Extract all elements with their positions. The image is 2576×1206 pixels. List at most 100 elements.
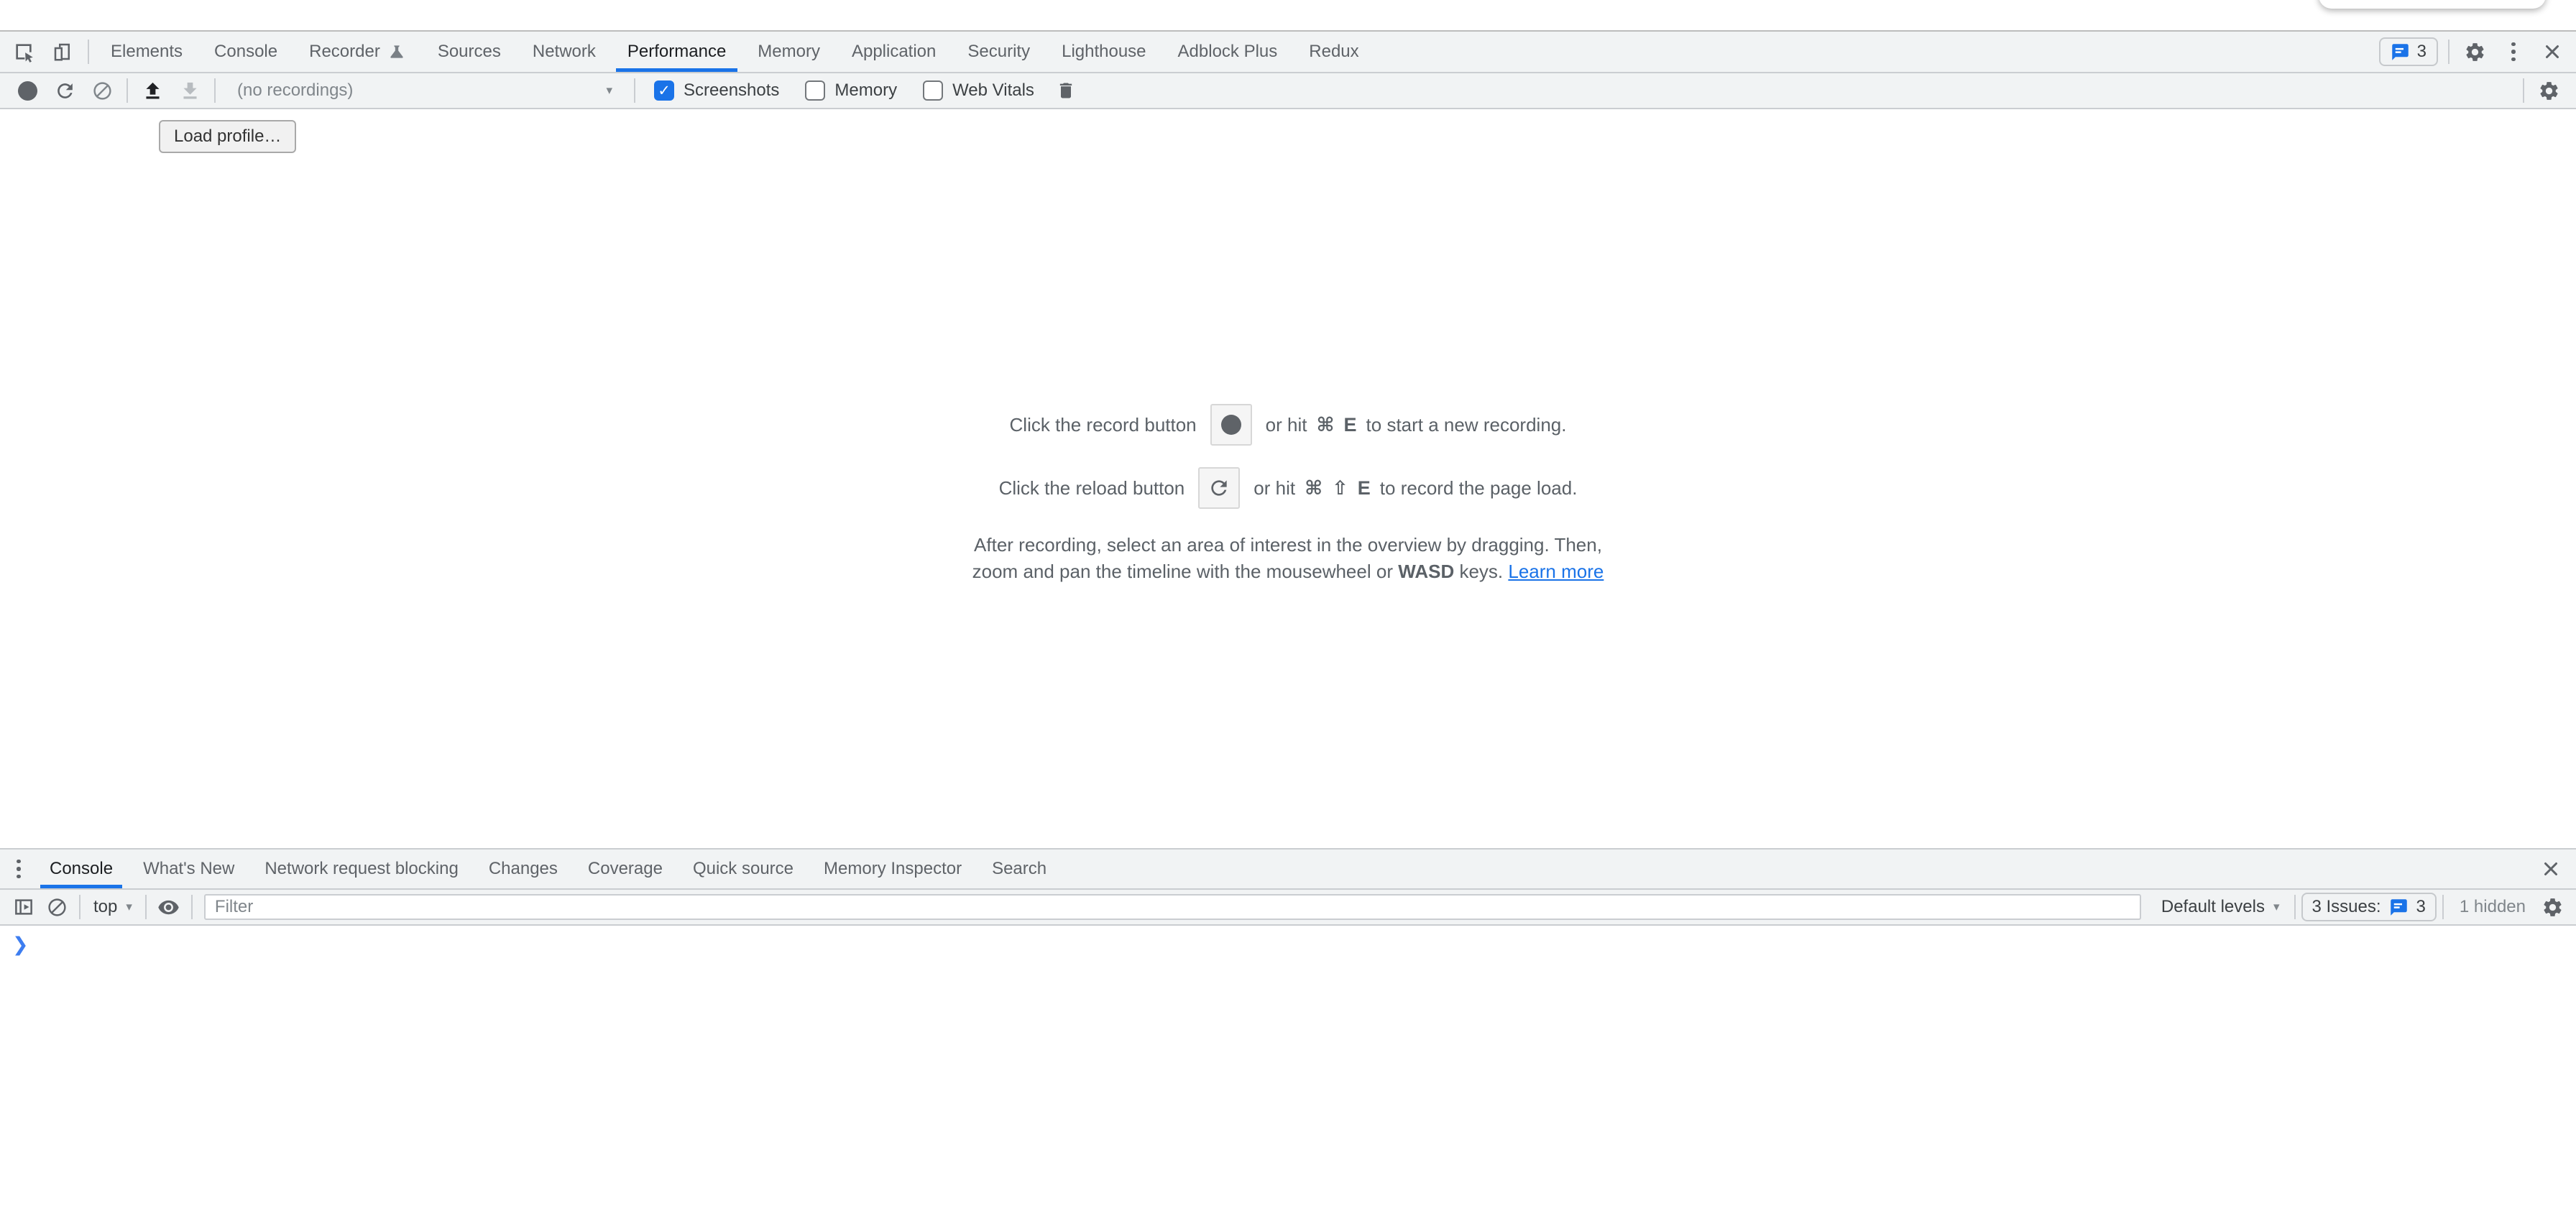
console-sidebar-toggle-button[interactable] (7, 891, 40, 923)
usage-hint: After recording, select an area of inter… (0, 532, 2576, 585)
drawer-tab-console[interactable]: Console (34, 850, 128, 888)
record-circle-icon (1221, 415, 1241, 435)
close-icon (2542, 41, 2563, 63)
issues-count: 3 (2417, 42, 2426, 62)
device-toolbar-icon (52, 41, 73, 63)
reload-icon (1208, 477, 1230, 500)
hidden-messages-count: 1 hidden (2460, 897, 2526, 917)
reload-button-illustration (1198, 467, 1240, 509)
javascript-context-dropdown[interactable]: top ▾ (86, 897, 139, 917)
clear-recordings-button[interactable] (83, 75, 121, 106)
memory-checkbox[interactable] (805, 80, 825, 101)
device-toolbar-button[interactable] (43, 32, 82, 72)
shift-key-glyph: ⇧ (1332, 477, 1348, 500)
tab-console[interactable]: Console (198, 32, 293, 72)
gear-icon (2542, 896, 2564, 919)
record-circle-icon (18, 81, 37, 101)
gear-icon (2538, 80, 2560, 102)
tabbar-separator (88, 40, 89, 64)
e-key-glyph: E (1344, 414, 1357, 436)
console-settings-button[interactable] (2536, 891, 2569, 923)
inspect-element-button[interactable] (4, 32, 43, 72)
chevron-down-icon: ▾ (2273, 900, 2280, 914)
tab-application[interactable]: Application (836, 32, 952, 72)
block-icon (47, 897, 68, 918)
issues-chat-icon (2389, 898, 2409, 917)
drawer-tab-search[interactable]: Search (977, 850, 1062, 888)
screenshots-checkbox[interactable]: ✓ (654, 80, 674, 101)
tab-network[interactable]: Network (517, 32, 612, 72)
devtools-settings-button[interactable] (2455, 32, 2494, 72)
console-issues-button[interactable]: 3 Issues: 3 (2301, 893, 2437, 921)
download-icon (179, 80, 201, 102)
console-filter-input[interactable] (204, 894, 2141, 920)
browser-chrome-strip (0, 0, 2576, 32)
drawer-tab-whats-new[interactable]: What's New (128, 850, 249, 888)
upload-icon (142, 80, 164, 102)
e-key-glyph: E (1358, 477, 1371, 500)
close-drawer-button[interactable] (2531, 850, 2570, 888)
close-devtools-button[interactable] (2533, 32, 2572, 72)
cmd-key-glyph: ⌘ (1305, 477, 1322, 500)
vertical-dots-icon (17, 860, 21, 879)
tab-performance[interactable]: Performance (612, 32, 742, 72)
tab-sources[interactable]: Sources (422, 32, 517, 72)
record-instruction: Click the record button or hit ⌘ E to st… (0, 404, 2576, 446)
tab-adblock-plus[interactable]: Adblock Plus (1162, 32, 1294, 72)
save-profile-button[interactable] (171, 75, 208, 106)
performance-panel-empty-state: Click the record button or hit ⌘ E to st… (0, 109, 2576, 848)
recordings-dropdown[interactable]: (no recordings) ▾ (221, 80, 628, 101)
sidebar-panel-icon (13, 896, 34, 918)
tab-memory[interactable]: Memory (742, 32, 836, 72)
devtools-drawer: Console What's New Network request block… (0, 848, 2576, 1206)
drawer-menu-button[interactable] (3, 850, 34, 888)
drawer-tab-changes[interactable]: Changes (474, 850, 573, 888)
drawer-tab-coverage[interactable]: Coverage (573, 850, 678, 888)
drawer-tab-network-request-blocking[interactable]: Network request blocking (249, 850, 473, 888)
reload-and-record-button[interactable] (46, 75, 83, 106)
browser-popup-remnant (2319, 0, 2546, 9)
memory-checkbox-group[interactable]: Memory (805, 80, 897, 101)
log-levels-dropdown[interactable]: Default levels ▾ (2153, 897, 2288, 917)
drawer-tab-memory-inspector[interactable]: Memory Inspector (809, 850, 977, 888)
tab-redux[interactable]: Redux (1293, 32, 1374, 72)
devtools-main-tabbar: Elements Console Recorder Sources Networ… (0, 32, 2576, 73)
performance-toolbar: (no recordings) ▾ ✓ Screenshots Memory W… (0, 73, 2576, 109)
screenshots-checkbox-group[interactable]: ✓ Screenshots (654, 80, 779, 101)
drawer-tabbar: Console What's New Network request block… (0, 850, 2576, 890)
load-profile-button[interactable] (134, 75, 171, 106)
close-icon (2540, 858, 2562, 880)
clear-console-button[interactable] (40, 891, 73, 923)
web-vitals-checkbox[interactable] (923, 80, 943, 101)
learn-more-link[interactable]: Learn more (1508, 561, 1604, 582)
create-live-expression-button[interactable] (152, 891, 185, 923)
console-prompt-chevron[interactable]: ❯ (12, 934, 29, 955)
eye-icon (157, 896, 180, 919)
tab-recorder[interactable]: Recorder (293, 32, 422, 72)
record-button-illustration (1210, 404, 1252, 446)
tab-elements[interactable]: Elements (95, 32, 198, 72)
delete-recording-button[interactable] (1047, 75, 1085, 106)
issues-counter-button[interactable]: 3 (2379, 37, 2438, 66)
block-icon (92, 80, 113, 101)
cmd-key-glyph: ⌘ (1316, 414, 1334, 436)
reload-instruction: Click the reload button or hit ⌘ ⇧ E to … (0, 467, 2576, 509)
inspect-cursor-icon (12, 40, 35, 63)
chevron-down-icon: ▾ (126, 900, 132, 914)
chevron-down-icon: ▾ (606, 83, 612, 98)
tab-lighthouse[interactable]: Lighthouse (1046, 32, 1162, 72)
devtools-window: Elements Console Recorder Sources Networ… (0, 0, 2576, 1206)
capture-settings-button[interactable] (2530, 75, 2567, 106)
experiment-flask-icon (387, 42, 406, 61)
load-profile-tooltip: Load profile… (159, 120, 296, 153)
gear-icon (2464, 41, 2486, 63)
tab-security[interactable]: Security (952, 32, 1046, 72)
console-messages-area[interactable]: ❯ (0, 926, 2576, 1206)
more-options-button[interactable] (2494, 32, 2533, 72)
vertical-dots-icon (2511, 42, 2516, 62)
drawer-tab-quick-source[interactable]: Quick source (678, 850, 809, 888)
issues-chat-icon (2391, 42, 2410, 62)
reload-icon (54, 80, 76, 102)
web-vitals-checkbox-group[interactable]: Web Vitals (923, 80, 1034, 101)
record-button[interactable] (9, 75, 46, 106)
